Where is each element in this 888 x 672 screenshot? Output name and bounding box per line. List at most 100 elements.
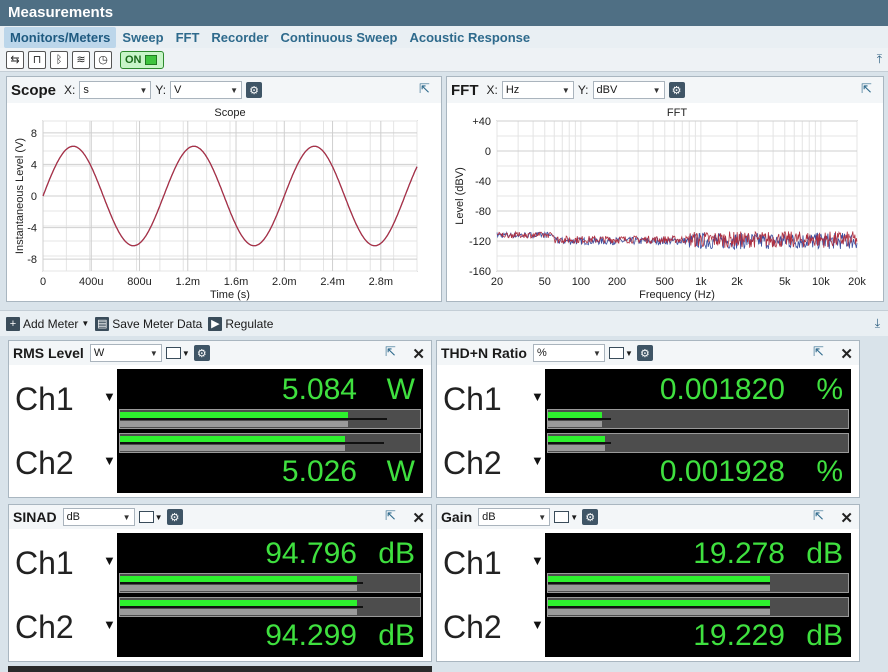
- meter-header: SINAD dB ▼ ▼ ⚙: [9, 505, 431, 529]
- channel-dropdown-icon[interactable]: ▼: [103, 617, 116, 632]
- square-wave-icon[interactable]: ⊓: [28, 50, 46, 69]
- meter-bar-history: [548, 421, 602, 427]
- meter-bar-history: [120, 445, 345, 451]
- meter-popout-icon[interactable]: ⇱: [813, 509, 827, 523]
- save-meter-data-button[interactable]: ▤ Save Meter Data: [95, 316, 203, 331]
- save-meter-data-label: Save Meter Data: [112, 316, 203, 331]
- tab-monitors-meters[interactable]: Monitors/Meters: [4, 26, 117, 48]
- channel-dropdown-icon[interactable]: ▼: [531, 453, 544, 468]
- chevron-down-icon: ▼: [570, 512, 579, 522]
- meter-bar-peak: [120, 418, 387, 420]
- channel-dropdown-icon[interactable]: ▼: [531, 553, 544, 568]
- fft-x-axis-label: Frequency (Hz): [639, 289, 715, 301]
- meter-graphic-icon: [138, 511, 154, 523]
- channel-label: Ch1: [15, 545, 74, 581]
- fft-x-tick-label: 200: [608, 276, 626, 288]
- meter-settings-gear-icon[interactable]: ⚙: [636, 345, 653, 361]
- fft-x-unit-select[interactable]: Hz ▼: [501, 81, 574, 99]
- swap-icon[interactable]: ⇆: [6, 50, 24, 69]
- scope-y-label: Y:: [155, 83, 167, 97]
- meter-unit-select[interactable]: W ▼: [89, 344, 162, 362]
- fft-x-tick-label: 20k: [848, 276, 866, 288]
- meter-unit: %: [816, 373, 843, 406]
- meter-close-icon[interactable]: ✕: [840, 509, 853, 527]
- meter-value: 94.796: [265, 537, 357, 570]
- chevron-down-icon: ▼: [139, 85, 148, 95]
- meter-popout-icon[interactable]: ⇱: [385, 345, 399, 359]
- scope-x-tick-label: 0: [40, 276, 46, 288]
- fft-y-unit-select[interactable]: dBV ▼: [592, 81, 665, 99]
- meter-settings-gear-icon[interactable]: ⚙: [193, 345, 210, 361]
- meter-unit: dB: [806, 619, 843, 652]
- meter-bar-history: [120, 609, 357, 615]
- fft-chart: +40 0 -40 -80 -120 -16020 50 100 200 500 1k 2k 5k 10k…: [454, 107, 866, 301]
- meter-popout-icon[interactable]: ⇱: [385, 509, 399, 523]
- scope-y-tick-label: -8: [27, 254, 37, 266]
- meter-channel-row: Ch2 ▼ 19.229 dB: [437, 595, 859, 659]
- meter-close-icon[interactable]: ✕: [412, 345, 425, 363]
- scope-x-unit-value: s: [83, 84, 89, 96]
- scope-x-tick-label: 1.6m: [224, 276, 248, 288]
- tab-acoustic-response[interactable]: Acoustic Response: [404, 27, 537, 48]
- tab-continuous-sweep[interactable]: Continuous Sweep: [275, 27, 404, 48]
- meter-unit: dB: [806, 537, 843, 570]
- bluetooth-icon[interactable]: ᛒ: [50, 50, 68, 69]
- meter-unit-select[interactable]: dB ▼: [478, 508, 551, 526]
- meter-value: 94.299: [265, 619, 357, 652]
- pin-top-icon[interactable]: ⤒: [877, 52, 882, 67]
- meter-gain: Gain dB ▼ ▼ ⚙ ⇱ ✕ Ch1 ▼ 19.278 dB Ch2 ▼: [436, 504, 860, 662]
- meter-unit-select[interactable]: % ▼: [532, 344, 605, 362]
- channel-dropdown-icon[interactable]: ▼: [103, 389, 116, 404]
- meter-settings-gear-icon[interactable]: ⚙: [582, 509, 599, 525]
- fft-settings-gear-icon[interactable]: ⚙: [668, 82, 685, 98]
- meter-close-icon[interactable]: ✕: [412, 509, 425, 527]
- meter-unit-select[interactable]: dB ▼: [62, 508, 135, 526]
- meter-display: 0.001820 %: [545, 369, 851, 431]
- channel-dropdown-icon[interactable]: ▼: [103, 553, 116, 568]
- meter-bar: [547, 409, 849, 429]
- fft-x-tick-label: 50: [539, 276, 551, 288]
- waveform-icon[interactable]: ≋: [72, 50, 90, 69]
- meter-settings-gear-icon[interactable]: ⚙: [166, 509, 183, 525]
- scope-settings-gear-icon[interactable]: ⚙: [246, 82, 263, 98]
- tab-sweep[interactable]: Sweep: [116, 27, 169, 48]
- channel-label: Ch1: [443, 381, 502, 417]
- scope-y-tick-label: 0: [31, 191, 37, 203]
- channel-label: Ch2: [15, 445, 74, 481]
- fft-y-tick-label: -80: [475, 206, 491, 218]
- scope-x-tick-label: 1.2m: [176, 276, 200, 288]
- clock-icon[interactable]: ◷: [94, 50, 112, 69]
- fft-y-unit-value: dBV: [596, 84, 618, 96]
- scope-x-unit-select[interactable]: s ▼: [79, 81, 152, 99]
- meter-channel-row: Ch1 ▼ 19.278 dB: [437, 533, 859, 595]
- scope-popout-icon[interactable]: ⇱: [419, 82, 433, 96]
- scope-chart-title: Scope: [214, 107, 245, 119]
- meter-unit: %: [816, 455, 843, 488]
- fft-popout-icon[interactable]: ⇱: [861, 82, 875, 96]
- meter-title: THD+N Ratio: [441, 345, 527, 361]
- tab-fft[interactable]: FFT: [170, 27, 206, 48]
- scope-y-tick-label: -4: [27, 223, 37, 235]
- channel-label: Ch2: [443, 445, 502, 481]
- fft-y-tick-label: 0: [485, 146, 491, 158]
- channel-dropdown-icon[interactable]: ▼: [531, 617, 544, 632]
- meter-bar-peak: [548, 442, 611, 444]
- meter-close-icon[interactable]: ✕: [840, 345, 853, 363]
- channel-dropdown-icon[interactable]: ▼: [103, 453, 116, 468]
- meter-bar-history: [120, 421, 348, 427]
- channel-label: Ch1: [15, 381, 74, 417]
- meter-popout-icon[interactable]: ⇱: [813, 345, 827, 359]
- meter-graphic-select[interactable]: ▼: [608, 346, 633, 360]
- regulate-button[interactable]: ▶ Regulate: [208, 316, 273, 331]
- pin-bottom-icon[interactable]: ⤓: [875, 316, 880, 331]
- meter-value: 5.026: [281, 455, 357, 488]
- meter-graphic-select[interactable]: ▼: [165, 346, 190, 360]
- channel-dropdown-icon[interactable]: ▼: [531, 389, 544, 404]
- meter-display: 5.084 W: [117, 369, 423, 431]
- tab-recorder[interactable]: Recorder: [205, 27, 274, 48]
- meter-graphic-select[interactable]: ▼: [138, 510, 163, 524]
- add-meter-button[interactable]: + Add Meter ▼: [6, 316, 89, 331]
- generator-on-toggle[interactable]: ON: [120, 50, 164, 69]
- scope-y-unit-select[interactable]: V ▼: [170, 81, 243, 99]
- meter-graphic-select[interactable]: ▼: [554, 510, 578, 524]
